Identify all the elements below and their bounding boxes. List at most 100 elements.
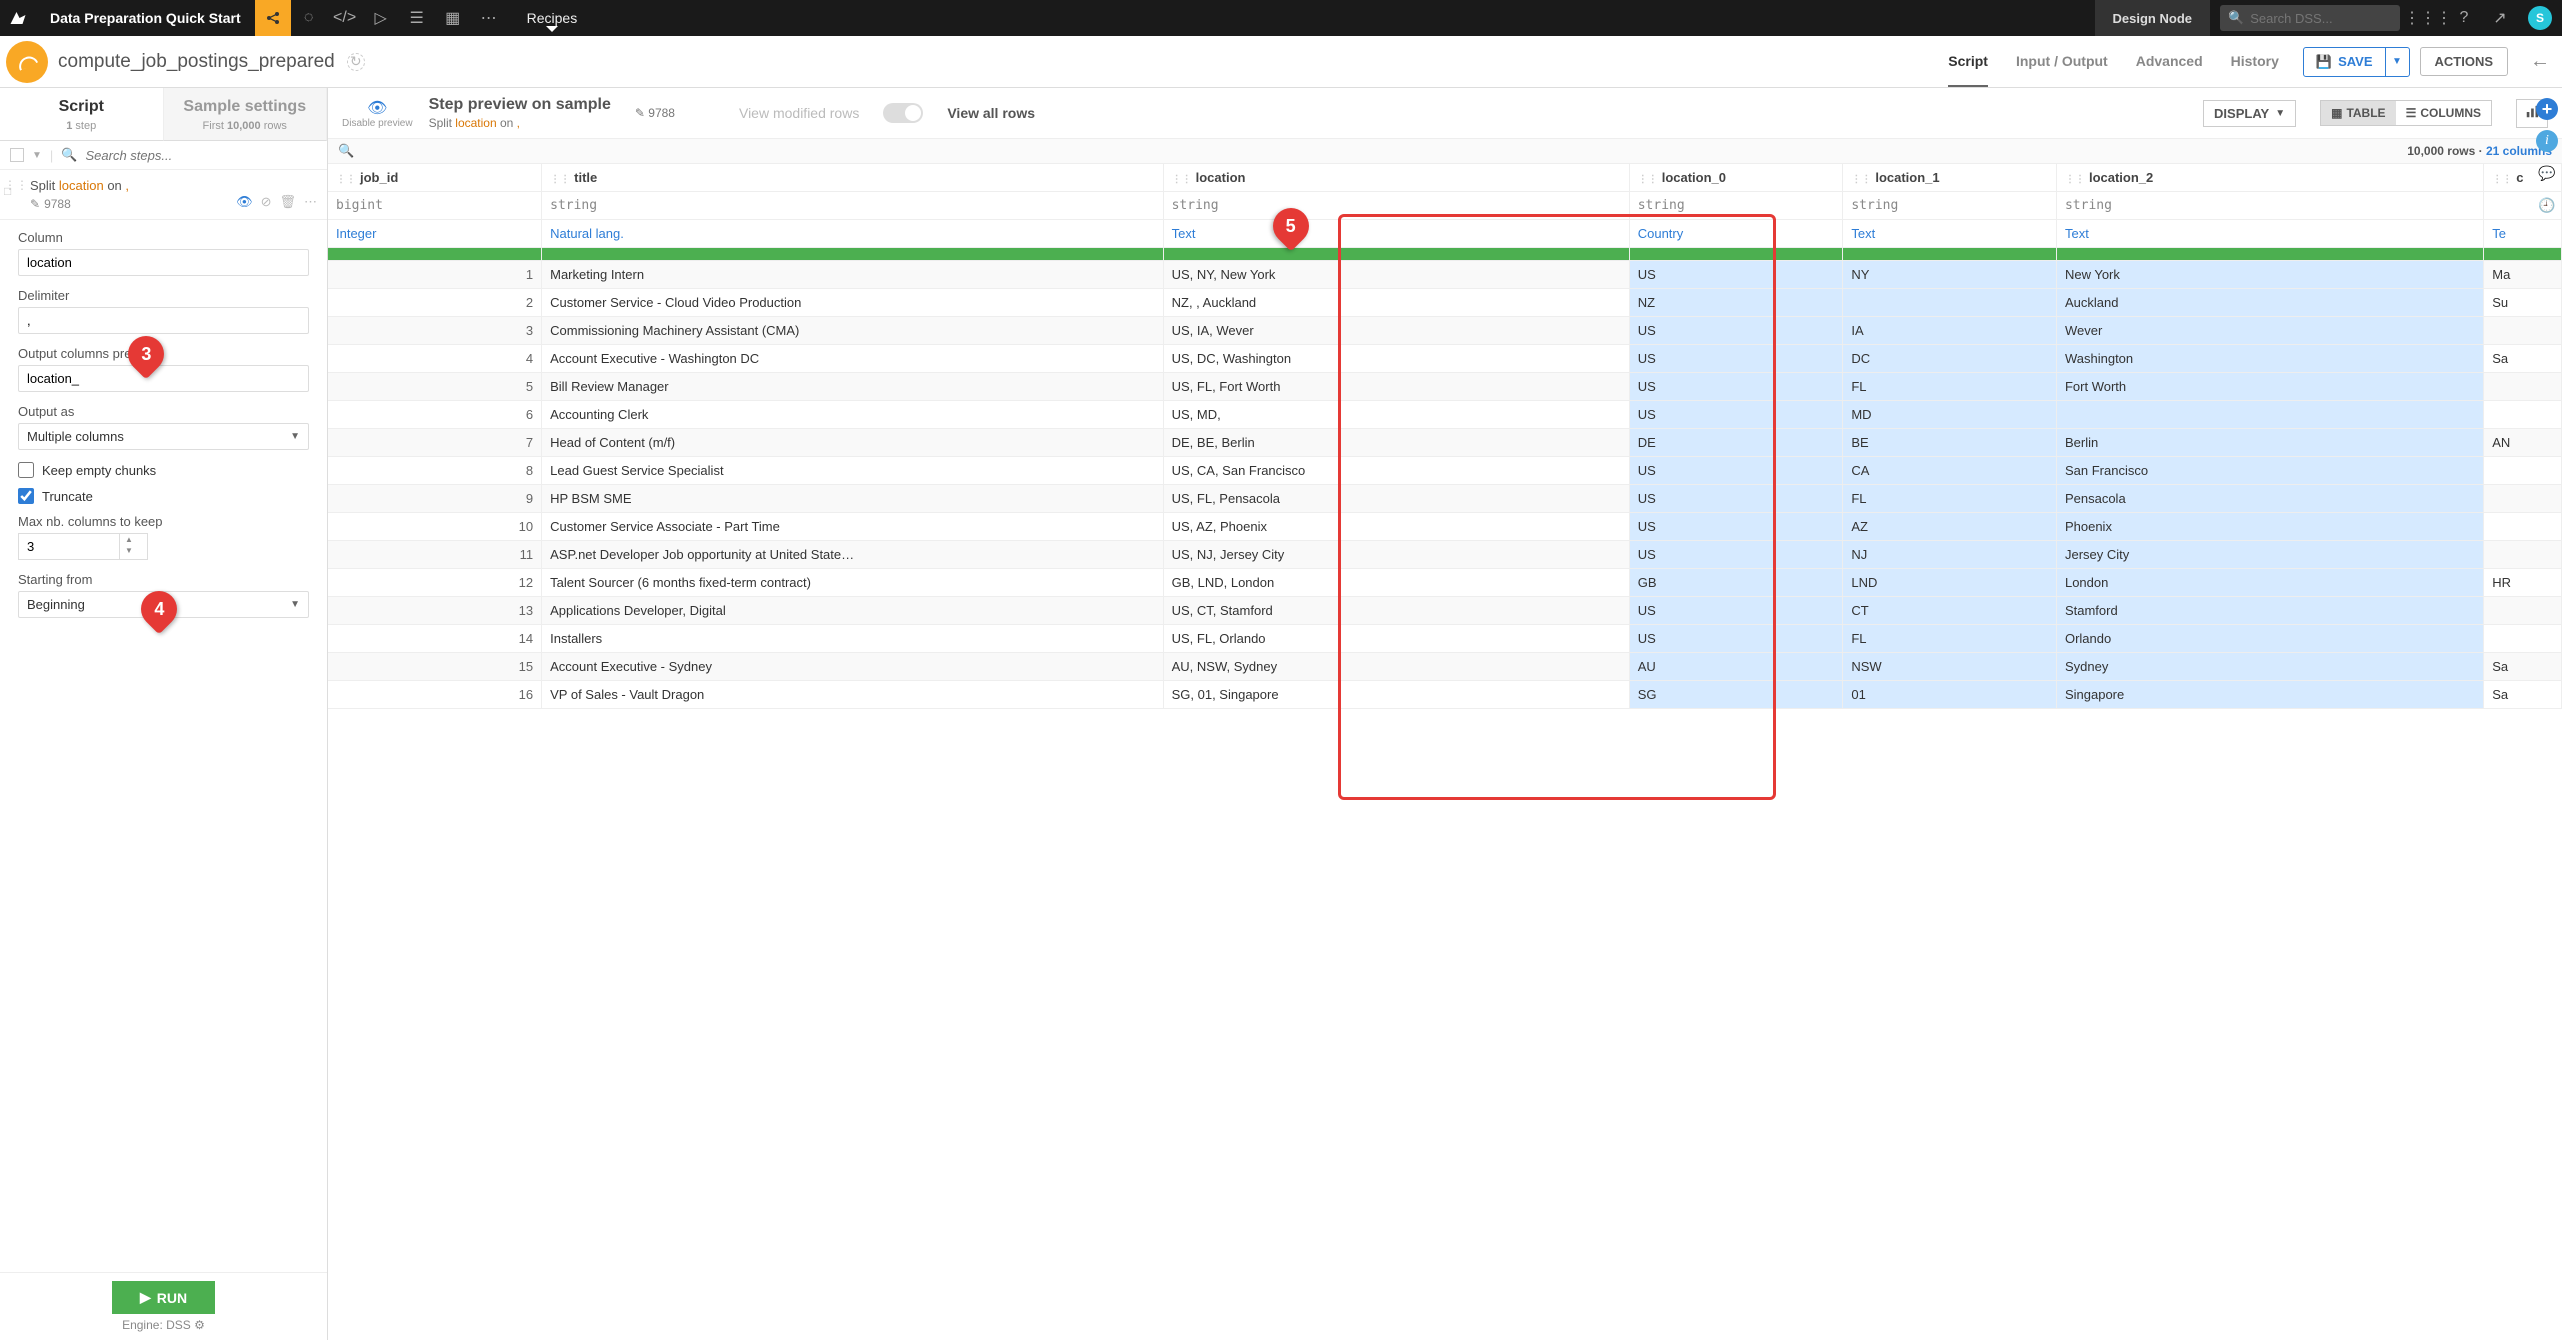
code-icon[interactable]: </>: [327, 0, 363, 36]
save-dropdown[interactable]: ▼: [2385, 48, 2409, 76]
chevron-down-icon[interactable]: ▼: [32, 150, 42, 161]
display-button[interactable]: DISPLAY▼: [2203, 100, 2296, 127]
back-arrow[interactable]: ←: [2518, 50, 2562, 73]
delimiter-label: Delimiter: [18, 288, 309, 303]
grip-icon[interactable]: ⋮⋮: [1851, 174, 1871, 185]
help-icon[interactable]: ?: [2446, 0, 2482, 36]
run-bar: ▶ RUN Engine: DSS ⚙: [0, 1272, 327, 1340]
grip-icon[interactable]: ⋮⋮: [336, 174, 356, 185]
stepper-up[interactable]: ▲: [120, 534, 138, 545]
columns-view-button[interactable]: ☰COLUMNS: [2396, 101, 2491, 125]
steps-search-input[interactable]: [85, 148, 317, 163]
table-stats: 10,000 rows · 21 columns: [2407, 144, 2552, 158]
tab-advanced[interactable]: Advanced: [2136, 37, 2203, 87]
grip-icon[interactable]: ⋮⋮: [1638, 174, 1658, 185]
global-search[interactable]: 🔍: [2220, 5, 2400, 31]
add-button[interactable]: +: [2536, 98, 2558, 120]
view-all-label: View all rows: [947, 105, 1035, 121]
step-item[interactable]: ⋮⋮□ Split location on , ✎ 9788 👁 ⊘ 🗑 ⋯: [0, 170, 327, 220]
column-header-job_id[interactable]: ⋮⋮job_id: [328, 164, 542, 192]
share-icon: [265, 10, 281, 26]
column-header-location_1[interactable]: ⋮⋮location_1: [1843, 164, 2057, 192]
left-tab-sample[interactable]: Sample settings First 10,000 rows: [164, 88, 328, 141]
play-icon: ▶: [140, 1289, 151, 1306]
history-icon[interactable]: 🕘: [2536, 194, 2558, 216]
tab-history[interactable]: History: [2231, 37, 2279, 87]
more-icon[interactable]: ⋯: [471, 0, 507, 36]
recipe-type-icon: [6, 41, 48, 83]
main: Script 1 step Sample settings First 10,0…: [0, 88, 2562, 1340]
flow-icon[interactable]: ◌: [291, 0, 327, 36]
disable-preview[interactable]: 👁 Disable preview: [342, 98, 413, 129]
tab-recipes[interactable]: Recipes: [507, 10, 598, 26]
project-name[interactable]: Data Preparation Quick Start: [36, 10, 255, 26]
info-icon[interactable]: i: [2536, 130, 2558, 152]
grip-icon[interactable]: ⋮⋮□: [4, 182, 28, 194]
grip-icon[interactable]: ⋮⋮: [1172, 174, 1192, 185]
column-header-title[interactable]: ⋮⋮title: [542, 164, 1163, 192]
search-icon: 🔍: [61, 147, 77, 163]
grip-icon[interactable]: ⋮⋮: [2065, 174, 2085, 185]
nav-icons: ◌ </> ▷ ☰ ▦ ⋯: [291, 0, 507, 36]
step-form: Column Delimiter Output columns prefix O…: [0, 220, 327, 1272]
delete-icon[interactable]: 🗑: [279, 194, 296, 210]
view-modified-label: View modified rows: [739, 105, 859, 121]
more-icon[interactable]: ⋯: [304, 194, 317, 210]
chevron-down-icon: ▼: [290, 431, 300, 442]
apps-icon[interactable]: ⋮⋮⋮: [2410, 0, 2446, 36]
tab-input-output[interactable]: Input / Output: [2016, 37, 2108, 87]
output-as-select[interactable]: Multiple columns ▼: [18, 423, 309, 450]
eye-icon: 👁: [342, 98, 413, 118]
prefix-input[interactable]: [18, 365, 309, 392]
save-button-group: 💾 SAVE ▼: [2303, 47, 2410, 77]
list-icon: ☰: [2406, 106, 2417, 120]
delimiter-input[interactable]: [18, 307, 309, 334]
pencil-icon: ✎: [635, 106, 645, 120]
max-cols-input-group: ▲ ▼: [18, 533, 148, 560]
recipe-header: compute_job_postings_prepared ↻ Script I…: [0, 36, 2562, 88]
actions-button[interactable]: ACTIONS: [2420, 47, 2509, 76]
grid-icon: ▦: [2331, 106, 2342, 120]
grip-icon[interactable]: ⋮⋮: [550, 174, 570, 185]
save-button[interactable]: 💾 SAVE: [2304, 48, 2385, 76]
refresh-icon[interactable]: ↻: [347, 53, 365, 71]
search-input[interactable]: [2250, 11, 2392, 26]
recipe-tabs: Script Input / Output Advanced History: [1948, 37, 2279, 87]
bird-icon: [9, 9, 27, 27]
steps-search-row: ▼ | 🔍: [0, 141, 327, 170]
topbar: Data Preparation Quick Start ◌ </> ▷ ☰ ▦…: [0, 0, 2562, 36]
activity-icon[interactable]: ↗: [2482, 0, 2518, 36]
share-button[interactable]: [255, 0, 291, 36]
stack-icon[interactable]: ☰: [399, 0, 435, 36]
avatar[interactable]: S: [2528, 6, 2552, 30]
highlight-box-5: [1338, 214, 1776, 800]
column-header-location_0[interactable]: ⋮⋮location_0: [1629, 164, 1843, 192]
table-view-button[interactable]: ▦TABLE: [2321, 101, 2395, 125]
column-header-location_2[interactable]: ⋮⋮location_2: [2056, 164, 2483, 192]
column-input[interactable]: [18, 249, 309, 276]
dashboard-icon[interactable]: ▦: [435, 0, 471, 36]
engine-label[interactable]: Engine: DSS ⚙: [0, 1318, 327, 1332]
search-icon[interactable]: 🔍: [338, 143, 354, 159]
keep-empty-checkbox[interactable]: [18, 462, 34, 478]
eye-icon[interactable]: 👁: [236, 194, 253, 210]
view-toggle-switch[interactable]: [883, 103, 923, 123]
left-tab-script[interactable]: Script 1 step: [0, 88, 164, 141]
max-cols-label: Max nb. columns to keep: [18, 514, 309, 529]
chevron-down-icon: ▼: [290, 599, 300, 610]
play-icon[interactable]: ▷: [363, 0, 399, 36]
chat-icon[interactable]: 💬: [2536, 162, 2558, 184]
column-header-location[interactable]: ⋮⋮location: [1163, 164, 1629, 192]
truncate-checkbox[interactable]: [18, 488, 34, 504]
grip-icon[interactable]: ⋮⋮: [2492, 174, 2512, 185]
run-button[interactable]: ▶ RUN: [112, 1281, 215, 1314]
disable-icon[interactable]: ⊘: [261, 194, 272, 210]
tab-script[interactable]: Script: [1948, 37, 1988, 87]
stepper-down[interactable]: ▼: [120, 545, 138, 556]
recipe-name: compute_job_postings_prepared: [58, 51, 335, 73]
truncate-label: Truncate: [42, 489, 93, 504]
logo[interactable]: [0, 0, 36, 36]
pencil-icon: ✎: [30, 197, 40, 211]
max-cols-input[interactable]: [19, 534, 119, 559]
select-all-checkbox[interactable]: [10, 148, 24, 162]
